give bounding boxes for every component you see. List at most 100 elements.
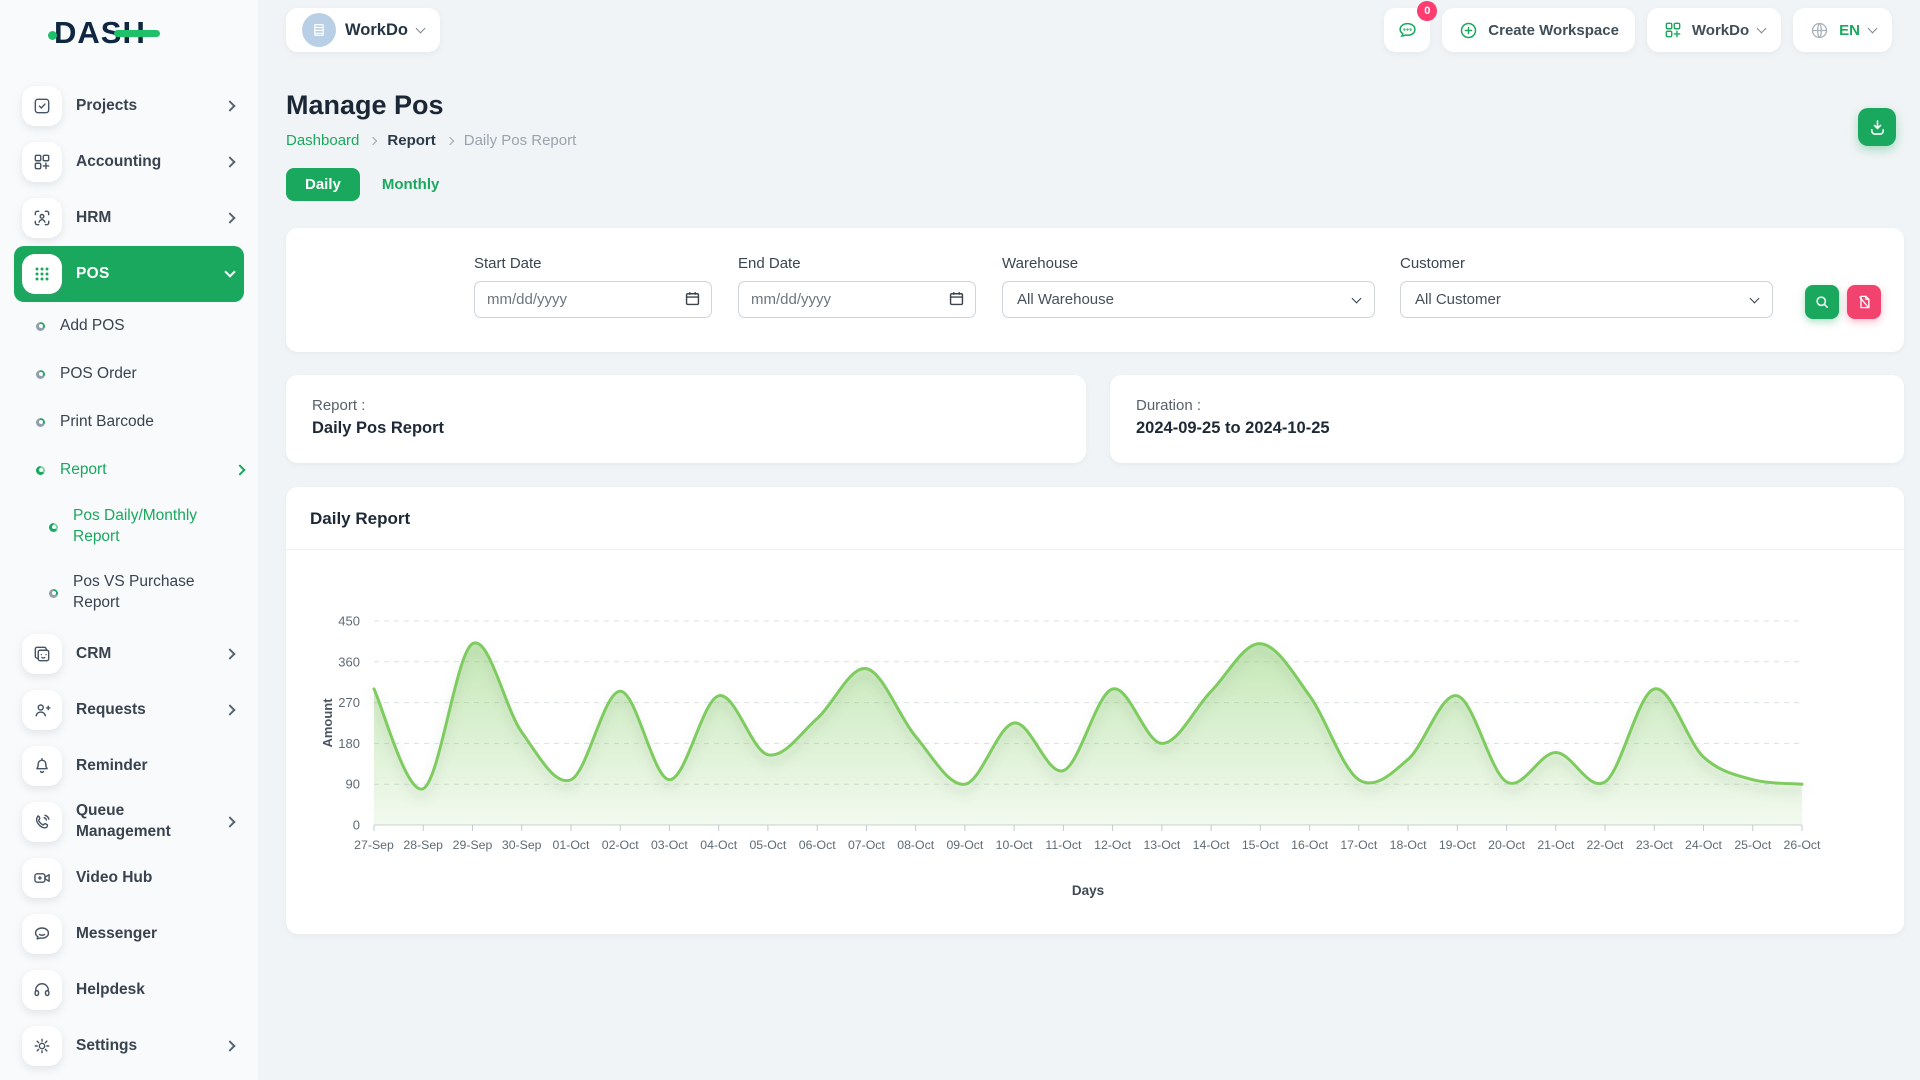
- download-button[interactable]: [1858, 108, 1896, 146]
- sidebar-item-pos-vs-purchase-report[interactable]: Pos VS Purchase Report: [14, 560, 244, 626]
- messages-button[interactable]: 0: [1384, 8, 1430, 52]
- cards-icon: [22, 634, 62, 674]
- svg-text:27-Sep: 27-Sep: [354, 838, 394, 852]
- svg-text:17-Oct: 17-Oct: [1340, 838, 1377, 852]
- sidebar-item-settings[interactable]: Settings: [14, 1018, 244, 1074]
- warehouse-label: Warehouse: [1002, 255, 1375, 272]
- calendar-icon: [683, 289, 702, 313]
- svg-text:04-Oct: 04-Oct: [700, 838, 737, 852]
- chat-bubble-icon: [22, 914, 62, 954]
- svg-text:26-Oct: 26-Oct: [1784, 838, 1821, 852]
- end-date-input[interactable]: [738, 281, 976, 318]
- svg-text:19-Oct: 19-Oct: [1439, 838, 1476, 852]
- svg-text:10-Oct: 10-Oct: [996, 838, 1033, 852]
- create-workspace-button[interactable]: Create Workspace: [1442, 8, 1635, 52]
- workspace-avatar: [302, 13, 336, 47]
- workspace-menu-button[interactable]: WorkDo: [1647, 8, 1781, 52]
- chevron-right-icon: [224, 704, 235, 715]
- clear-filter-icon: [1855, 293, 1873, 311]
- duration-value: 2024-09-25 to 2024-10-25: [1136, 419, 1330, 438]
- chevron-right-icon: [224, 816, 235, 827]
- chevron-right-icon: [224, 1040, 235, 1051]
- svg-text:18-Oct: 18-Oct: [1390, 838, 1427, 852]
- tab-daily[interactable]: Daily: [286, 168, 360, 201]
- bullet-icon: [36, 466, 45, 475]
- report-label: Report :: [312, 397, 365, 414]
- svg-text:09-Oct: 09-Oct: [946, 838, 983, 852]
- sidebar-item-label: Requests: [76, 700, 218, 721]
- svg-text:23-Oct: 23-Oct: [1636, 838, 1673, 852]
- report-value: Daily Pos Report: [312, 419, 444, 438]
- sidebar-item-messenger[interactable]: Messenger: [14, 906, 244, 962]
- sidebar-item-accounting[interactable]: Accounting: [14, 134, 244, 190]
- svg-text:Amount: Amount: [320, 698, 335, 748]
- sidebar-item-pos-daily-monthly-report[interactable]: Pos Daily/Monthly Report: [14, 494, 244, 560]
- sidebar-item-label: Report: [60, 460, 228, 481]
- start-date-input[interactable]: [474, 281, 712, 318]
- chat-icon: [1396, 19, 1419, 42]
- svg-text:14-Oct: 14-Oct: [1193, 838, 1230, 852]
- sidebar-item-reminder[interactable]: Reminder: [14, 738, 244, 794]
- workspace-menu-label: WorkDo: [1692, 22, 1749, 39]
- sidebar-item-hrm[interactable]: HRM: [14, 190, 244, 246]
- svg-text:28-Sep: 28-Sep: [403, 838, 443, 852]
- duration-summary-card: Duration : 2024-09-25 to 2024-10-25: [1110, 375, 1904, 463]
- filter-search-button[interactable]: [1805, 285, 1839, 319]
- warehouse-select-value: All Warehouse: [1017, 291, 1114, 308]
- daily-report-card: Daily Report 09018027036045027-Sep28-Sep…: [286, 487, 1904, 934]
- sidebar-item-report[interactable]: Report: [14, 446, 244, 494]
- warehouse-select[interactable]: All Warehouse: [1002, 281, 1375, 318]
- sidebar-item-add-pos[interactable]: Add POS: [14, 302, 244, 350]
- calendar-icon: [947, 289, 966, 308]
- divider: [286, 549, 1904, 550]
- sidebar-item-label: POS: [76, 264, 218, 285]
- chevron-right-icon: [224, 212, 235, 223]
- bullet-icon: [36, 370, 45, 379]
- sidebar-item-projects[interactable]: Projects: [14, 78, 244, 134]
- globe-icon: [1809, 20, 1830, 41]
- daily-report-chart: 09018027036045027-Sep28-Sep29-Sep30-Sep0…: [310, 575, 1880, 905]
- user-plus-icon: [22, 690, 62, 730]
- language-selector[interactable]: EN: [1793, 8, 1892, 52]
- grid-plus-icon: [1663, 20, 1683, 40]
- search-icon: [1813, 293, 1831, 311]
- svg-text:Days: Days: [1072, 883, 1104, 898]
- page-title: Manage Pos: [286, 90, 444, 121]
- customer-select[interactable]: All Customer: [1400, 281, 1773, 318]
- breadcrumb-dashboard[interactable]: Dashboard: [286, 132, 359, 149]
- brand-logo[interactable]: DASH: [54, 12, 146, 54]
- sidebar-item-label: Add POS: [60, 316, 244, 337]
- chevron-right-icon: [234, 464, 245, 475]
- building-icon: [309, 20, 329, 40]
- chevron-down-icon: [224, 266, 235, 277]
- svg-text:01-Oct: 01-Oct: [553, 838, 590, 852]
- chevron-down-icon: [416, 24, 426, 34]
- chevron-right-icon: [224, 648, 235, 659]
- svg-text:29-Sep: 29-Sep: [453, 838, 493, 852]
- chart-title: Daily Report: [310, 509, 410, 529]
- duration-label: Duration :: [1136, 397, 1201, 414]
- sidebar-item-queue-management[interactable]: Queue Management: [14, 794, 244, 850]
- svg-text:11-Oct: 11-Oct: [1045, 838, 1082, 852]
- svg-text:25-Oct: 25-Oct: [1734, 838, 1771, 852]
- sidebar-item-video-hub[interactable]: Video Hub: [14, 850, 244, 906]
- sidebar-item-label: Messenger: [76, 924, 234, 945]
- phone-waves-icon: [22, 802, 62, 842]
- sidebar-item-label: Reminder: [76, 756, 234, 777]
- svg-text:360: 360: [338, 654, 360, 669]
- svg-text:450: 450: [338, 614, 360, 629]
- tab-monthly[interactable]: Monthly: [378, 168, 444, 201]
- gear-icon: [22, 1026, 62, 1066]
- filter-reset-button[interactable]: [1847, 285, 1881, 319]
- sidebar-item-pos[interactable]: POS: [14, 246, 244, 302]
- create-workspace-label: Create Workspace: [1488, 22, 1619, 39]
- sidebar-item-helpdesk[interactable]: Helpdesk: [14, 962, 244, 1018]
- sidebar-item-requests[interactable]: Requests: [14, 682, 244, 738]
- start-date-label: Start Date: [474, 255, 712, 272]
- workspace-selector[interactable]: WorkDo: [286, 8, 440, 52]
- breadcrumb-report[interactable]: Report: [387, 132, 435, 149]
- sidebar-item-pos-order[interactable]: POS Order: [14, 350, 244, 398]
- sidebar-item-print-barcode[interactable]: Print Barcode: [14, 398, 244, 446]
- sidebar-item-label: Helpdesk: [76, 980, 234, 1001]
- sidebar-item-crm[interactable]: CRM: [14, 626, 244, 682]
